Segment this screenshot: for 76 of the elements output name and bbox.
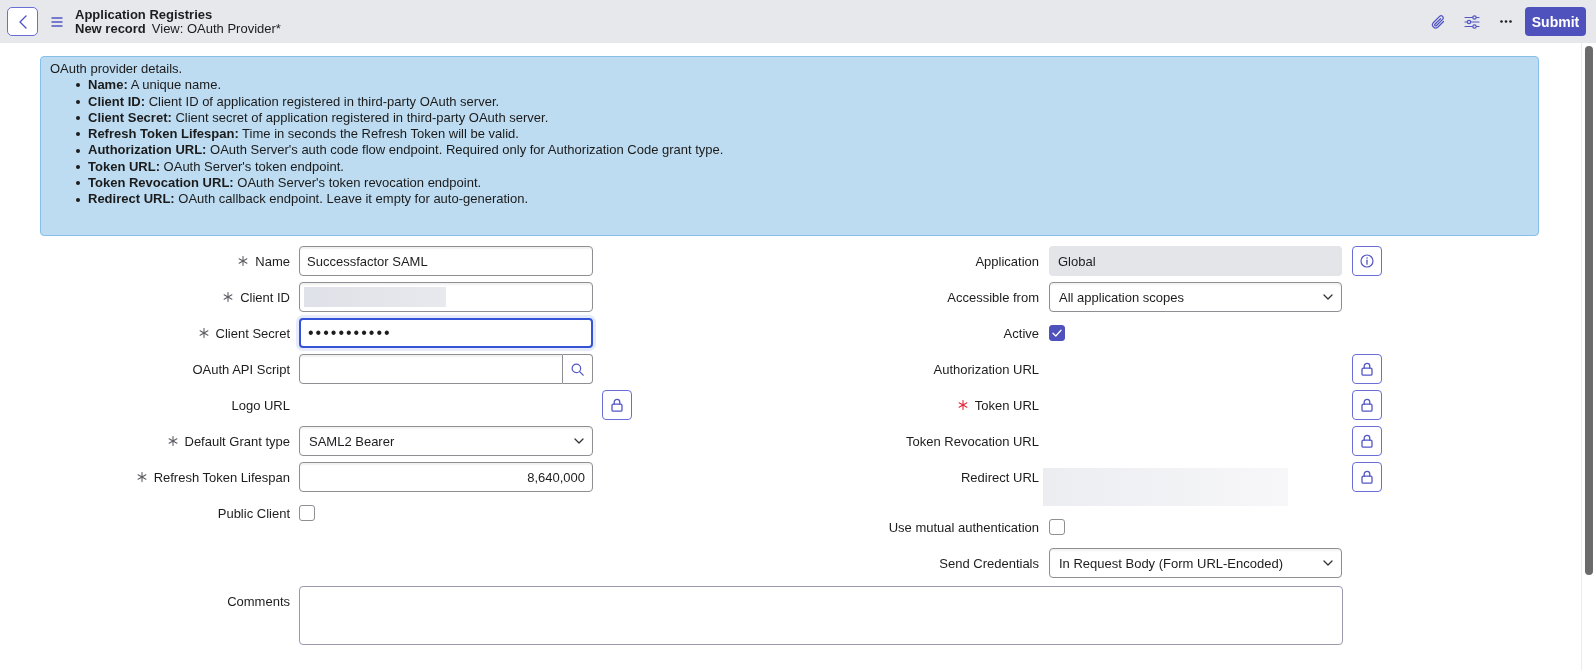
search-button[interactable] bbox=[563, 354, 593, 384]
field-label: Active bbox=[1003, 325, 1039, 341]
chevron-down-icon bbox=[574, 438, 584, 444]
field-label: Use mutual authentication bbox=[888, 519, 1039, 535]
field-label: Client Secret bbox=[215, 325, 290, 341]
field-label: Redirect URL bbox=[960, 470, 1039, 485]
view-name: View: OAuth Provider* bbox=[151, 21, 281, 36]
search-icon bbox=[571, 362, 584, 376]
help-list-item: Client ID: Client ID of application registered in third-party OAuth server. bbox=[88, 93, 500, 110]
help-intro-text: OAuth provider details. bbox=[50, 61, 184, 78]
bullet-icon bbox=[76, 181, 80, 186]
check-icon bbox=[1052, 329, 1062, 337]
read-only-field: Global bbox=[1049, 246, 1342, 276]
lock-icon bbox=[1361, 362, 1373, 376]
paperclip-icon[interactable] bbox=[1430, 13, 1446, 30]
info-button[interactable] bbox=[1352, 246, 1382, 276]
field-label: Name bbox=[255, 253, 290, 269]
field-label: Refresh Token Lifespan bbox=[153, 469, 290, 485]
lock-icon bbox=[1361, 470, 1373, 484]
lock-icon bbox=[1361, 398, 1373, 412]
bullet-icon bbox=[76, 99, 80, 104]
comments-field[interactable] bbox=[299, 586, 1343, 645]
checkbox[interactable] bbox=[1049, 519, 1065, 535]
help-list-item: Refresh Token Lifespan: Time in seconds the Refresh Token will be valid. bbox=[88, 126, 519, 143]
field-label: Token URL bbox=[974, 397, 1039, 413]
lock-button[interactable] bbox=[1352, 426, 1382, 456]
field-label: Accessible from bbox=[947, 289, 1039, 305]
record-status: New record bbox=[75, 21, 146, 36]
help-list-item: Authorization URL: OAuth Server's auth code flow endpoint. Required only for Authorization Code grant type. bbox=[88, 142, 724, 159]
text-field[interactable]: Successfactor SAML bbox=[299, 246, 593, 276]
field-label: Default Grant type bbox=[184, 433, 290, 449]
field-label: Public Client bbox=[217, 505, 290, 521]
lock-icon bbox=[611, 398, 623, 412]
dropdown-select[interactable]: All application scopes bbox=[1049, 282, 1342, 312]
bullet-icon bbox=[76, 83, 80, 88]
lock-button[interactable] bbox=[602, 390, 632, 420]
field-label: Comments bbox=[227, 594, 290, 609]
checkbox[interactable] bbox=[1049, 325, 1065, 341]
field-label: Token Revocation URL bbox=[906, 433, 1039, 449]
lock-button[interactable] bbox=[1352, 462, 1382, 492]
bullet-icon bbox=[76, 148, 80, 153]
number-field[interactable]: 8,640,000 bbox=[299, 462, 593, 492]
field-label: Client ID bbox=[240, 289, 290, 305]
more-icon[interactable] bbox=[1500, 20, 1512, 23]
help-list-item: Client Secret: Client secret of application registered in third-party OAuth server. bbox=[88, 109, 549, 127]
bullet-icon bbox=[76, 132, 80, 137]
chevron-down-icon bbox=[1323, 294, 1333, 300]
page-title: Application Registries bbox=[75, 7, 214, 22]
sliders-icon[interactable] bbox=[1464, 14, 1480, 29]
submit-button[interactable]: Submit bbox=[1525, 7, 1586, 36]
field-label: OAuth API Script bbox=[192, 361, 290, 377]
field-label: Logo URL bbox=[231, 397, 290, 413]
info-icon bbox=[1360, 254, 1374, 268]
field-label: Send Credentials bbox=[939, 555, 1039, 571]
field-label: Application bbox=[975, 253, 1039, 269]
checkbox[interactable] bbox=[299, 505, 315, 521]
back-button[interactable] bbox=[7, 7, 38, 36]
help-list-item: Redirect URL: OAuth callback endpoint. Leave it empty for auto-generation. bbox=[88, 191, 529, 208]
scrollbar-thumb[interactable] bbox=[1585, 46, 1593, 575]
dropdown-select[interactable]: SAML2 Bearer bbox=[299, 426, 593, 456]
chevron-left-icon bbox=[18, 14, 27, 29]
chevron-down-icon bbox=[1323, 560, 1333, 566]
help-list-item: Token URL: OAuth Server's token endpoint. bbox=[88, 158, 344, 176]
dropdown-select[interactable]: In Request Body (Form URL-Encoded) bbox=[1049, 548, 1342, 578]
text-field[interactable] bbox=[299, 354, 563, 384]
help-list-item: Name: A unique name. bbox=[88, 77, 221, 94]
bullet-icon bbox=[76, 197, 80, 202]
menu-icon[interactable] bbox=[51, 16, 63, 27]
lock-button[interactable] bbox=[1352, 354, 1382, 384]
field-label: Authorization URL bbox=[933, 361, 1039, 377]
lock-button[interactable] bbox=[1352, 390, 1382, 420]
lock-icon bbox=[1361, 434, 1373, 448]
help-list-item: Token Revocation URL: OAuth Server's token revocation endpoint. bbox=[88, 175, 482, 192]
bullet-icon bbox=[76, 116, 80, 121]
password-field[interactable]: ••••••••••• bbox=[299, 318, 593, 348]
bullet-icon bbox=[76, 164, 80, 169]
